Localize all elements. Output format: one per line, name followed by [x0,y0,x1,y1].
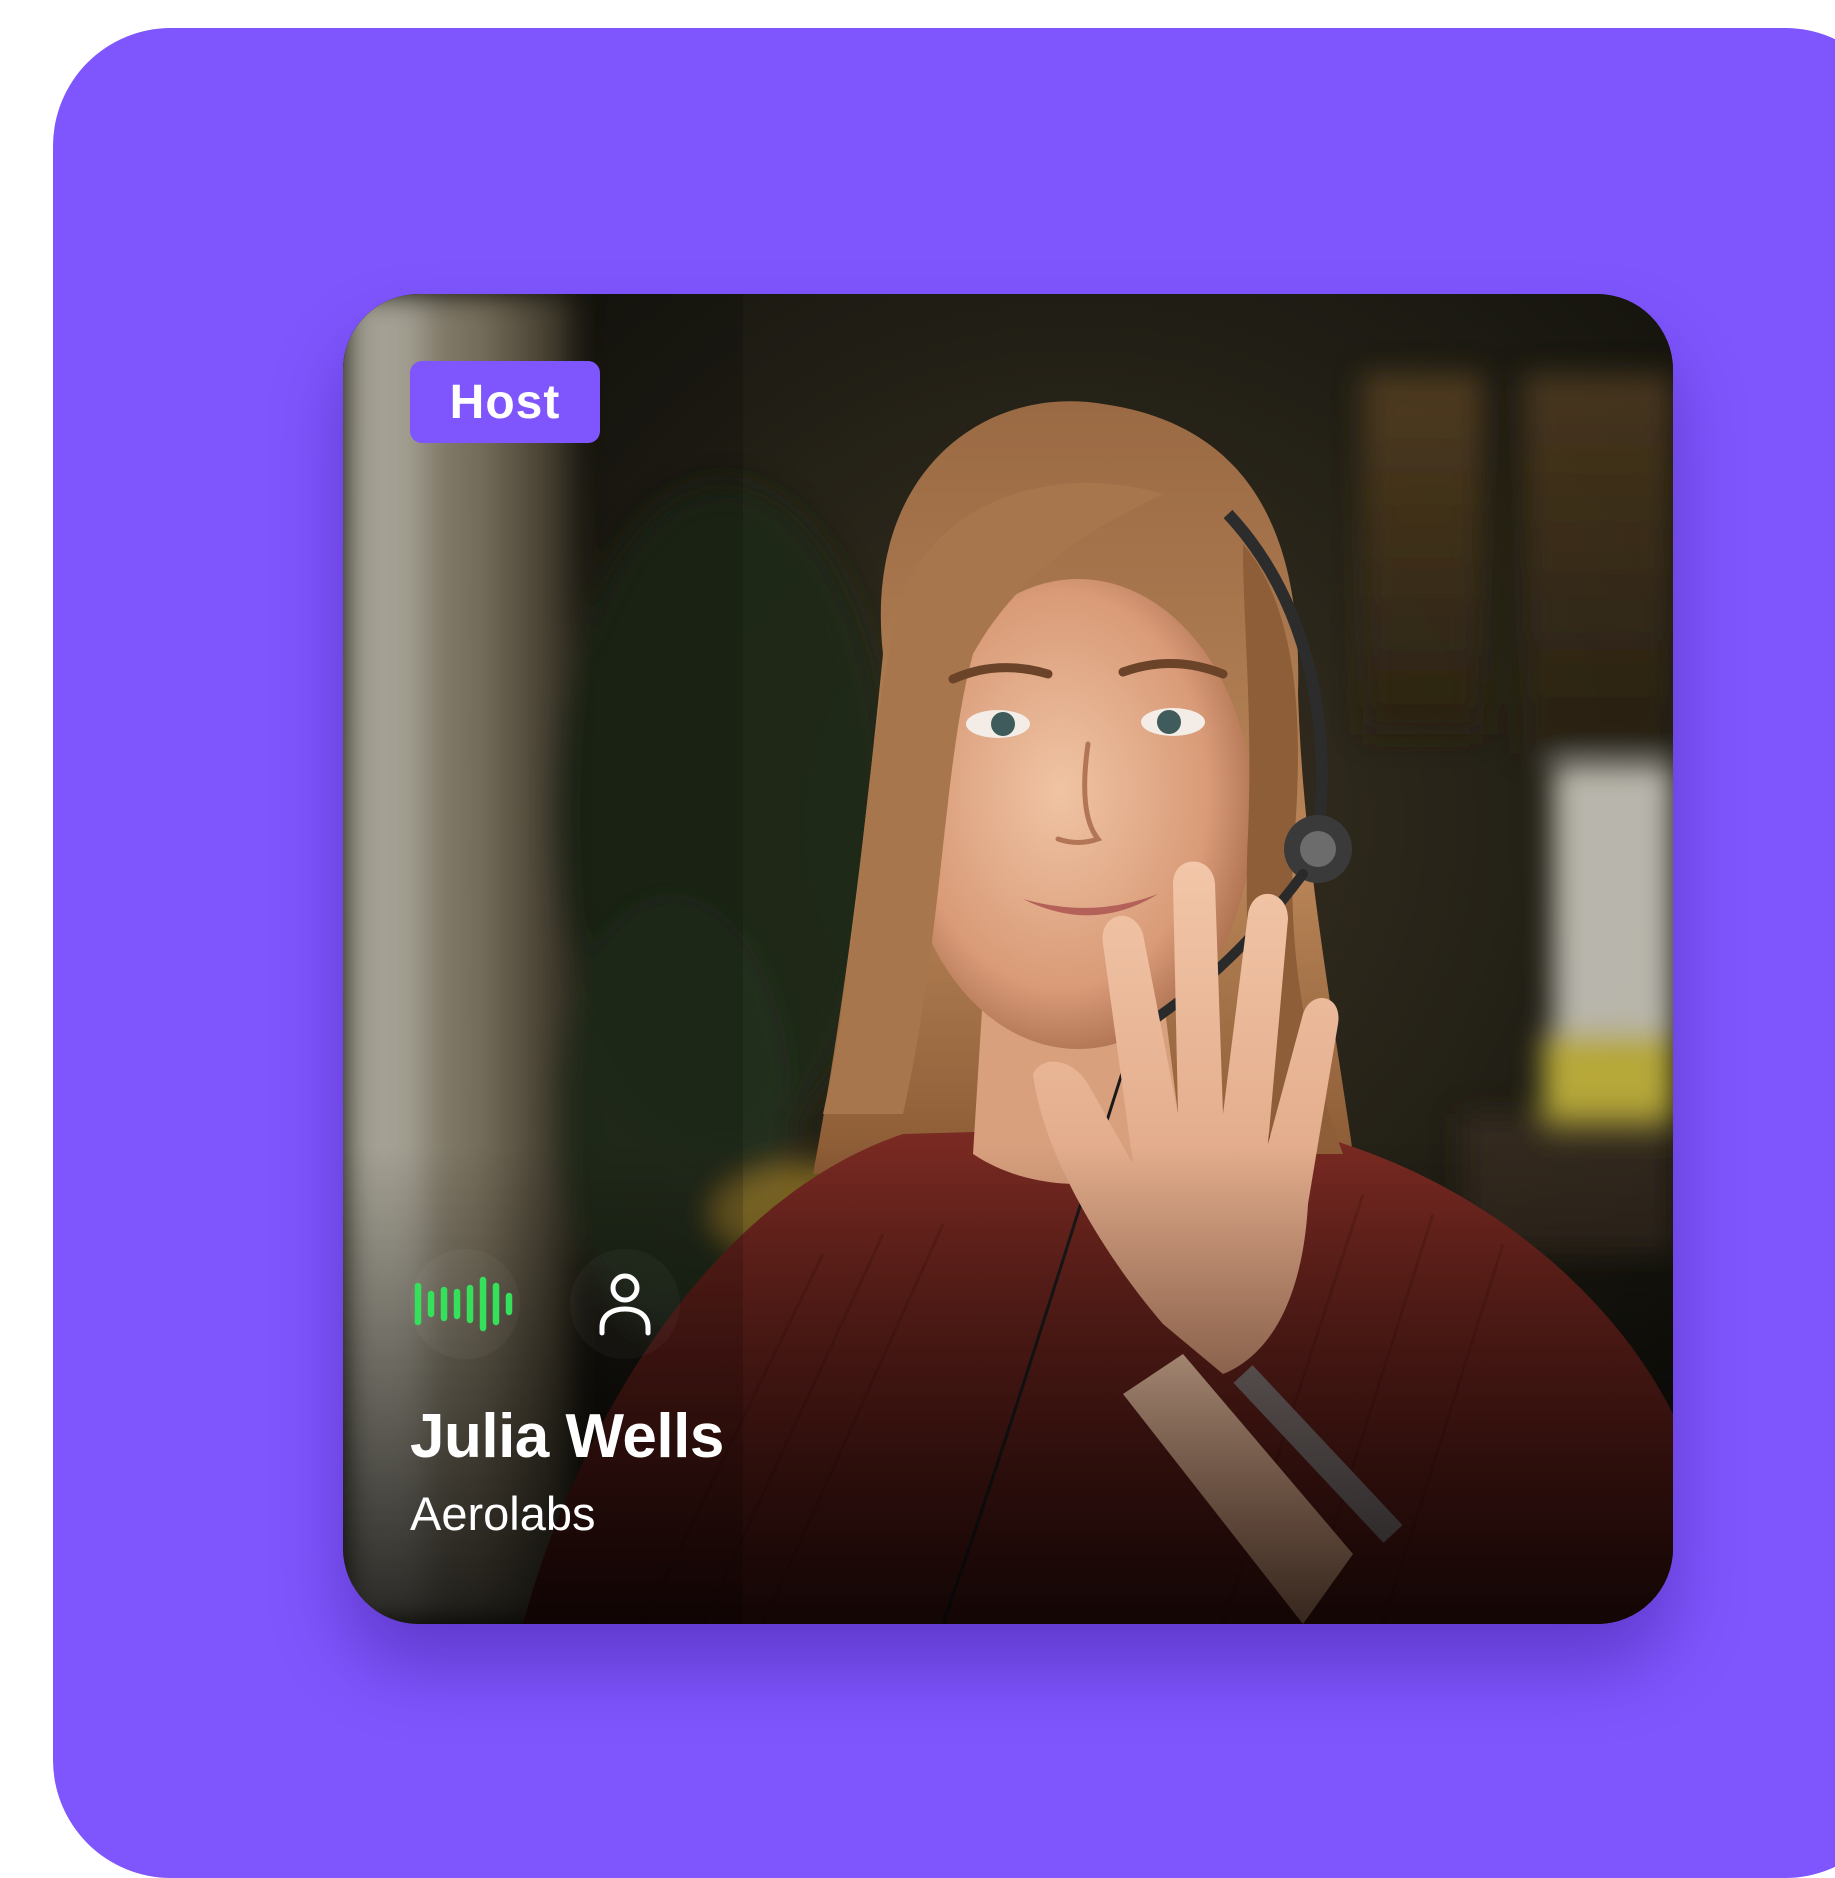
participant-organization: Aerolabs [410,1487,596,1540]
participant-controls [410,1249,680,1359]
canvas-background: Host Julia Wells Aerolabs [53,28,1835,1878]
participant-video-tile[interactable]: Host Julia Wells Aerolabs [343,294,1673,1624]
participant-name: Julia Wells [410,1402,724,1471]
role-badge: Host [410,361,600,443]
user-profile-icon [599,1273,651,1336]
audio-waveform-icon [414,1276,513,1332]
audio-indicator-button[interactable] [410,1249,520,1359]
profile-button[interactable] [570,1249,680,1359]
